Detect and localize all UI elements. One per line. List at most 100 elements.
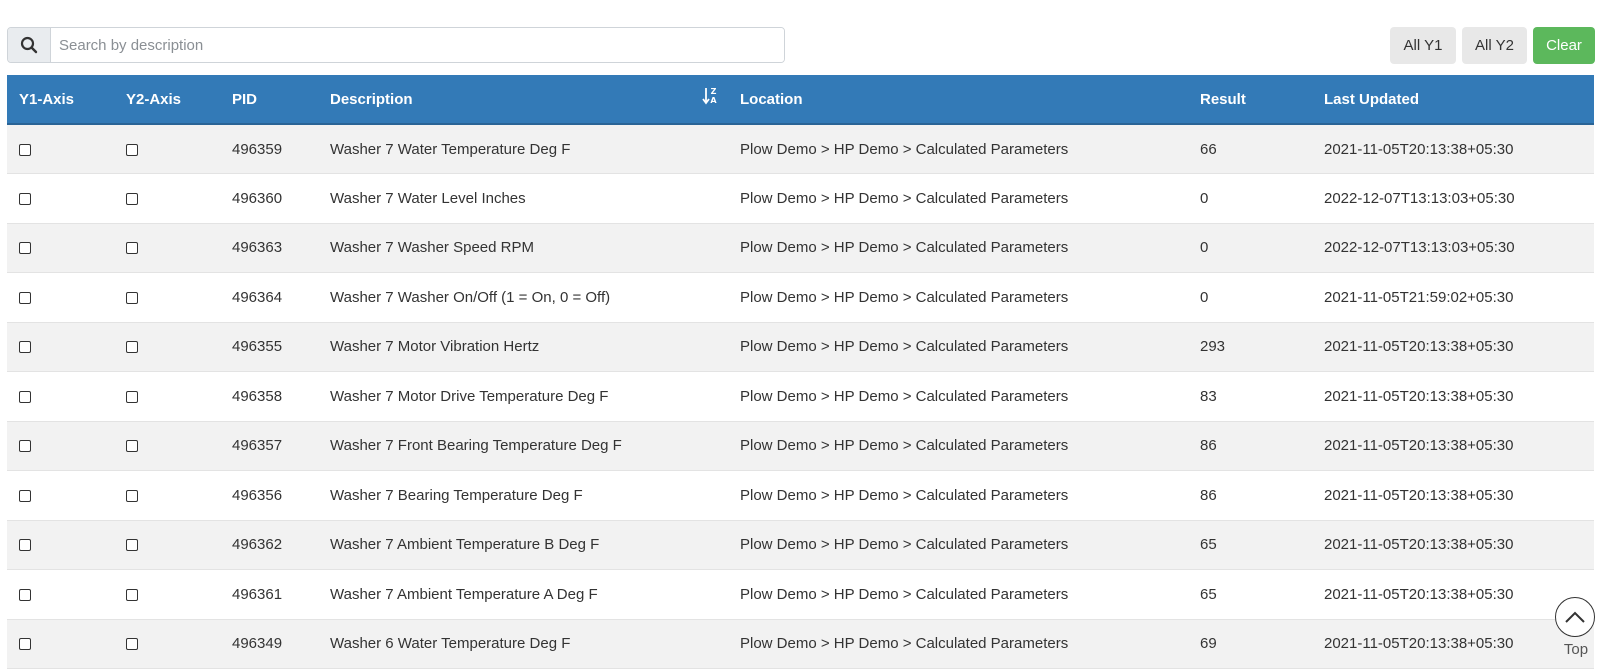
table-row: 496364 Washer 7 Washer On/Off (1 = On, 0…	[7, 272, 1594, 322]
result-cell: 293	[1200, 338, 1226, 356]
table-row: 496361 Washer 7 Ambient Temperature A De…	[7, 569, 1594, 620]
y2-checkbox[interactable]	[126, 192, 138, 205]
result-cell: 65	[1200, 585, 1217, 603]
y2-cell	[114, 570, 220, 620]
description-cell: Washer 7 Ambient Temperature A Deg F	[330, 585, 598, 603]
last-updated-cell: 2021-11-05T21:59:02+05:30	[1324, 288, 1514, 306]
location-cell: Plow Demo > HP Demo > Calculated Paramet…	[740, 486, 1069, 504]
pid-cell: 496359	[232, 140, 283, 158]
all-y1-button[interactable]: All Y1	[1390, 27, 1456, 64]
table-row: 496358 Washer 7 Motor Drive Temperature …	[7, 371, 1594, 422]
description-cell: Washer 7 Water Level Inches	[330, 189, 526, 207]
table-row: 496362 Washer 7 Ambient Temperature B De…	[7, 520, 1594, 570]
pid-cell: 496349	[232, 635, 283, 653]
header-y1-axis[interactable]: Y1-Axis	[7, 75, 114, 125]
result-cell: 69	[1200, 635, 1217, 653]
y2-checkbox[interactable]	[126, 143, 138, 156]
search-addon[interactable]	[8, 28, 51, 62]
table-row: 496360 Washer 7 Water Level Inches Plow …	[7, 173, 1594, 224]
result-cell: 83	[1200, 387, 1217, 405]
y2-checkbox[interactable]	[126, 291, 138, 304]
y2-cell	[114, 372, 220, 422]
description-cell: Washer 7 Washer On/Off (1 = On, 0 = Off)	[330, 288, 611, 306]
pid-cell: 496355	[232, 338, 283, 356]
chevron-up-icon	[1565, 611, 1585, 623]
clear-button[interactable]: Clear	[1533, 27, 1595, 64]
y1-checkbox[interactable]	[19, 291, 31, 304]
y1-checkbox[interactable]	[19, 539, 31, 552]
y1-cell	[7, 520, 114, 570]
description-cell: Washer 7 Front Bearing Temperature Deg F	[330, 437, 622, 455]
y2-cell	[114, 322, 220, 372]
header-result[interactable]: Result	[1188, 75, 1312, 125]
y2-cell	[114, 471, 220, 521]
header-description[interactable]: Description Z A	[318, 75, 728, 125]
header-description-label: Description	[330, 90, 413, 108]
y1-checkbox[interactable]	[19, 588, 31, 601]
location-cell: Plow Demo > HP Demo > Calculated Paramet…	[740, 387, 1069, 405]
search-input[interactable]	[51, 28, 784, 62]
search-group	[7, 27, 785, 63]
y1-checkbox[interactable]	[19, 192, 31, 205]
y1-checkbox[interactable]	[19, 242, 31, 255]
scroll-top-label[interactable]: Top	[1554, 641, 1598, 658]
table-row: 496355 Washer 7 Motor Vibration Hertz Pl…	[7, 322, 1594, 372]
toolbar: All Y1 All Y2 Clear	[7, 27, 1595, 64]
table-row: 496359 Washer 7 Water Temperature Deg F …	[7, 124, 1594, 174]
y1-cell	[7, 174, 114, 224]
header-row: Y1-Axis Y2-Axis PID Description Z A Loca…	[7, 75, 1594, 125]
y1-checkbox[interactable]	[19, 440, 31, 453]
header-pid[interactable]: PID	[220, 75, 318, 125]
y2-cell	[114, 619, 220, 669]
description-cell: Washer 7 Bearing Temperature Deg F	[330, 486, 583, 504]
y2-checkbox[interactable]	[126, 539, 138, 552]
scroll-top-button[interactable]: Top	[1554, 597, 1598, 661]
y1-checkbox[interactable]	[19, 638, 31, 651]
table-row: 496356 Washer 7 Bearing Temperature Deg …	[7, 470, 1594, 521]
y1-checkbox[interactable]	[19, 341, 31, 354]
parameters-table: Y1-Axis Y2-Axis PID Description Z A Loca…	[7, 75, 1594, 669]
last-updated-cell: 2021-11-05T20:13:38+05:30	[1324, 387, 1514, 405]
y1-cell	[7, 223, 114, 273]
y2-checkbox[interactable]	[126, 638, 138, 651]
result-cell: 86	[1200, 486, 1217, 504]
location-cell: Plow Demo > HP Demo > Calculated Paramet…	[740, 140, 1069, 158]
last-updated-cell: 2021-11-05T20:13:38+05:30	[1324, 338, 1514, 356]
y1-cell	[7, 570, 114, 620]
all-y2-button[interactable]: All Y2	[1462, 27, 1527, 64]
last-updated-cell: 2021-11-05T20:13:38+05:30	[1324, 140, 1514, 158]
last-updated-cell: 2022-12-07T13:13:03+05:30	[1324, 189, 1515, 207]
table-header: Y1-Axis Y2-Axis PID Description Z A Loca…	[7, 75, 1594, 125]
search-icon	[20, 36, 38, 54]
svg-text:Z: Z	[711, 87, 717, 96]
y2-cell	[114, 174, 220, 224]
scroll-top-circle[interactable]	[1555, 597, 1595, 637]
sort-descending-icon[interactable]: Z A	[702, 85, 718, 107]
y2-checkbox[interactable]	[126, 588, 138, 601]
result-cell: 65	[1200, 536, 1217, 554]
y1-checkbox[interactable]	[19, 390, 31, 403]
last-updated-cell: 2021-11-05T20:13:38+05:30	[1324, 585, 1514, 603]
y1-cell	[7, 421, 114, 471]
y2-checkbox[interactable]	[126, 242, 138, 255]
last-updated-cell: 2022-12-07T13:13:03+05:30	[1324, 239, 1515, 257]
header-location[interactable]: Location	[728, 75, 1188, 125]
y1-checkbox[interactable]	[19, 143, 31, 156]
header-y2-axis[interactable]: Y2-Axis	[114, 75, 220, 125]
y2-checkbox[interactable]	[126, 489, 138, 502]
y2-checkbox[interactable]	[126, 390, 138, 403]
svg-text:A: A	[710, 96, 717, 105]
pid-cell: 496358	[232, 387, 283, 405]
location-cell: Plow Demo > HP Demo > Calculated Paramet…	[740, 536, 1069, 554]
y1-checkbox[interactable]	[19, 489, 31, 502]
table-body: 496359 Washer 7 Water Temperature Deg F …	[7, 124, 1594, 669]
y2-checkbox[interactable]	[126, 341, 138, 354]
description-cell: Washer 7 Washer Speed RPM	[330, 239, 534, 257]
y1-cell	[7, 124, 114, 174]
y1-cell	[7, 372, 114, 422]
last-updated-cell: 2021-11-05T20:13:38+05:30	[1324, 437, 1514, 455]
last-updated-cell: 2021-11-05T20:13:38+05:30	[1324, 536, 1514, 554]
header-last-updated[interactable]: Last Updated	[1312, 75, 1594, 125]
y2-checkbox[interactable]	[126, 440, 138, 453]
y1-cell	[7, 322, 114, 372]
